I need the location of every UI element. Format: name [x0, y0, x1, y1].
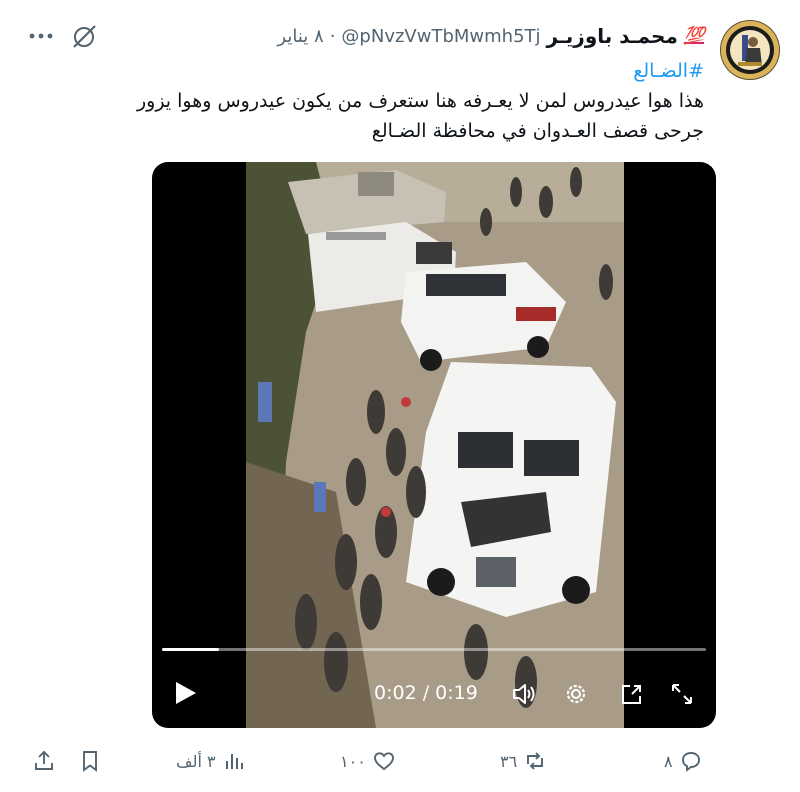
video-progress-bar[interactable]	[162, 648, 706, 651]
time-separator: /	[422, 682, 430, 704]
video-progress-fill	[162, 648, 220, 651]
repost-button[interactable]: ٣٦	[500, 746, 547, 776]
reply-bubble-icon	[681, 752, 700, 772]
views-button[interactable]: ٣ ألف	[176, 746, 246, 776]
like-count: ١٠٠	[340, 751, 366, 771]
video-frame-image	[246, 162, 624, 728]
hundred-emoji: 💯	[683, 26, 705, 46]
heart-icon	[373, 752, 394, 771]
video-time: 0:02 / 0:19	[374, 682, 478, 704]
bookmark-button[interactable]	[78, 746, 102, 776]
expand-icon[interactable]	[668, 680, 696, 708]
more-dots-icon[interactable]	[26, 22, 56, 50]
volume-icon[interactable]	[510, 680, 538, 708]
video-player[interactable]: 0:02 / 0:19	[152, 162, 716, 728]
video-frame	[246, 162, 624, 728]
views-count: ٣ ألف	[176, 751, 216, 771]
avatar-image	[721, 21, 779, 79]
tweet-actions: ٨ ٣٦ ١٠٠ ٣ ألف	[0, 740, 800, 780]
tweet-text: #الضـالع هذا هوا عيدروس لمن لا يعـرفه هن…	[14, 56, 704, 146]
reply-button[interactable]: ٨	[664, 746, 703, 776]
tweet-text-line: هذا هوا عيدروس لمن لا يعـرفه هنا ستعرف م…	[136, 90, 704, 112]
gear-icon[interactable]	[562, 680, 590, 708]
play-icon[interactable]	[170, 678, 200, 708]
hashtag-link[interactable]: #الضـالع	[14, 56, 704, 86]
header-separator: ·	[329, 25, 336, 47]
tweet-date[interactable]: ٨ يناير	[277, 26, 323, 47]
picture-in-picture-icon[interactable]	[618, 680, 646, 708]
duration: 0:19	[435, 682, 478, 704]
share-upload-icon	[35, 750, 53, 770]
views-bars-icon	[225, 754, 243, 769]
avatar[interactable]	[720, 20, 780, 80]
bookmark-icon	[83, 751, 97, 772]
share-button[interactable]	[32, 746, 56, 776]
tweet-text-line: جرحى قصف العـدوان في محافظة الضـالع	[371, 120, 704, 142]
tweet-card: 💯 محمـد باوزيـر @pNvzVwTbMwmh5Tj · ٨ ينا…	[0, 0, 800, 792]
repost-icon	[527, 752, 544, 770]
like-button[interactable]: ١٠٠	[340, 746, 396, 776]
tweet-header: 💯 محمـد باوزيـر @pNvzVwTbMwmh5Tj · ٨ ينا…	[277, 22, 705, 50]
current-time: 0:02	[374, 682, 417, 704]
reply-count: ٨	[664, 751, 673, 771]
grok-icon[interactable]	[70, 22, 98, 50]
repost-count: ٣٦	[500, 751, 518, 771]
user-handle[interactable]: @pNvzVwTbMwmh5Tj	[341, 26, 540, 47]
display-name[interactable]: محمـد باوزيـر	[547, 24, 678, 48]
